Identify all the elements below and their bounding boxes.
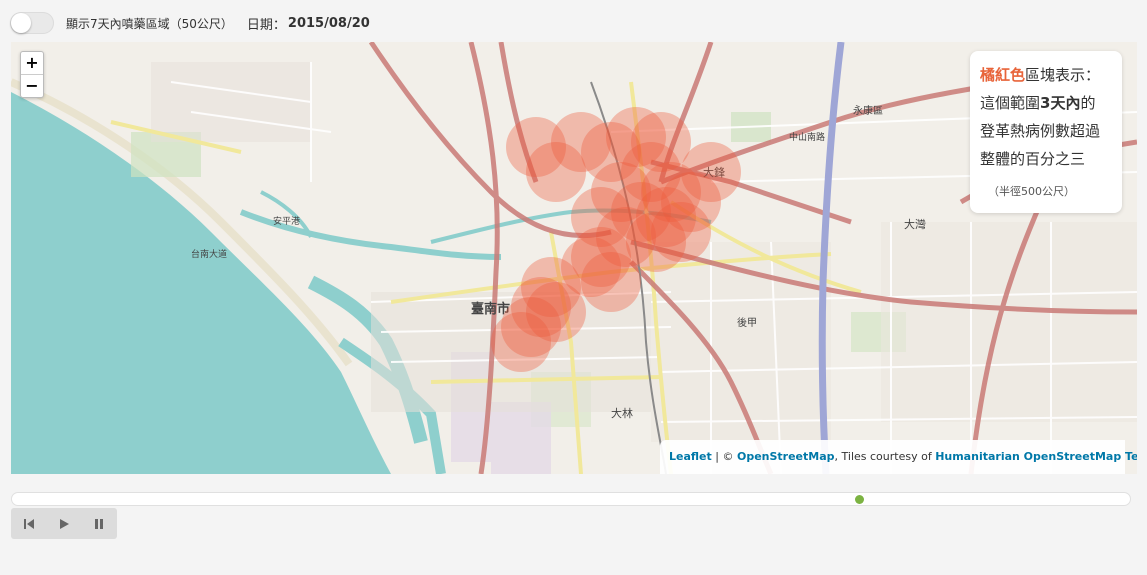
legend-line-2: 這個範圍3天內的 <box>980 89 1112 117</box>
timeline-thumb[interactable] <box>855 495 864 504</box>
play-button[interactable] <box>46 508 81 539</box>
zoom-control: + − <box>20 51 44 98</box>
basemap: 臺南市 大鋒 大灣 永康區 後甲 大林 安平港 中山南路 台南大道 <box>11 42 1137 474</box>
label-tainan-ave: 台南大道 <box>191 248 227 259</box>
case-cluster-circle <box>651 202 711 262</box>
legend-accent-text: 橘紅色 <box>980 66 1026 84</box>
spray-area-toggle-label: 顯示7天內噴藥區域（50公尺） <box>66 16 233 31</box>
date-timeline-slider[interactable] <box>11 492 1131 506</box>
label-houjia: 後甲 <box>737 316 757 329</box>
skip-back-icon <box>23 518 34 529</box>
legend-line-1: 橘紅色區塊表示： <box>980 61 1112 89</box>
zoom-out-button[interactable]: − <box>21 75 43 97</box>
label-dalin: 大林 <box>611 406 633 420</box>
legend-line-3: 登革熱病例數超過 <box>980 122 1101 140</box>
map-legend: 橘紅色區塊表示： 這個範圍3天內的 登革熱病例數超過 整體的百分之三 （半徑50… <box>970 51 1122 213</box>
leaflet-link[interactable]: Leaflet <box>669 450 712 463</box>
legend-line1-rest: 區塊表示： <box>1025 66 1101 84</box>
hot-link[interactable]: Humanitarian OpenStreetMap Team <box>935 450 1137 463</box>
legend-line2-bold: 3天內 <box>1040 94 1081 112</box>
play-icon <box>59 518 69 529</box>
date-label: 日期： <box>246 17 286 33</box>
map-view[interactable]: 臺南市 大鋒 大灣 永康區 後甲 大林 安平港 中山南路 台南大道 + − 橘紅… <box>11 42 1137 474</box>
top-bar: 顯示7天內噴藥區域（50公尺） 日期： 2015/08/20 <box>10 10 370 36</box>
legend-line2-post: 的 <box>1080 94 1096 112</box>
attribution-tiles-text: , Tiles courtesy of <box>834 450 936 463</box>
label-zhongshan-rd: 中山南路 <box>789 131 825 142</box>
label-dawan: 大灣 <box>904 217 926 231</box>
label-anping-harbor: 安平港 <box>273 215 300 226</box>
case-cluster-circle <box>681 142 741 202</box>
map-attribution: Leaflet | © OpenStreetMap, Tiles courtes… <box>660 440 1137 474</box>
osm-link[interactable]: OpenStreetMap <box>737 450 835 463</box>
legend-radius-note: （半徑500公尺） <box>988 185 1075 198</box>
label-yongkang: 永康區 <box>853 104 883 117</box>
legend-line-4: 整體的百分之三 <box>980 150 1086 168</box>
pause-icon <box>94 518 103 529</box>
toggle-knob <box>11 13 31 33</box>
spray-area-toggle[interactable] <box>10 12 54 34</box>
pause-button[interactable] <box>81 508 116 539</box>
zoom-in-button[interactable]: + <box>21 52 43 75</box>
attribution-sep: | © <box>711 450 737 463</box>
case-cluster-circle <box>526 282 586 342</box>
playback-controls <box>11 508 117 539</box>
date-value: 2015/08/20 <box>287 15 370 31</box>
skip-back-button[interactable] <box>11 508 46 539</box>
legend-line2-pre: 這個範圍 <box>980 94 1041 112</box>
